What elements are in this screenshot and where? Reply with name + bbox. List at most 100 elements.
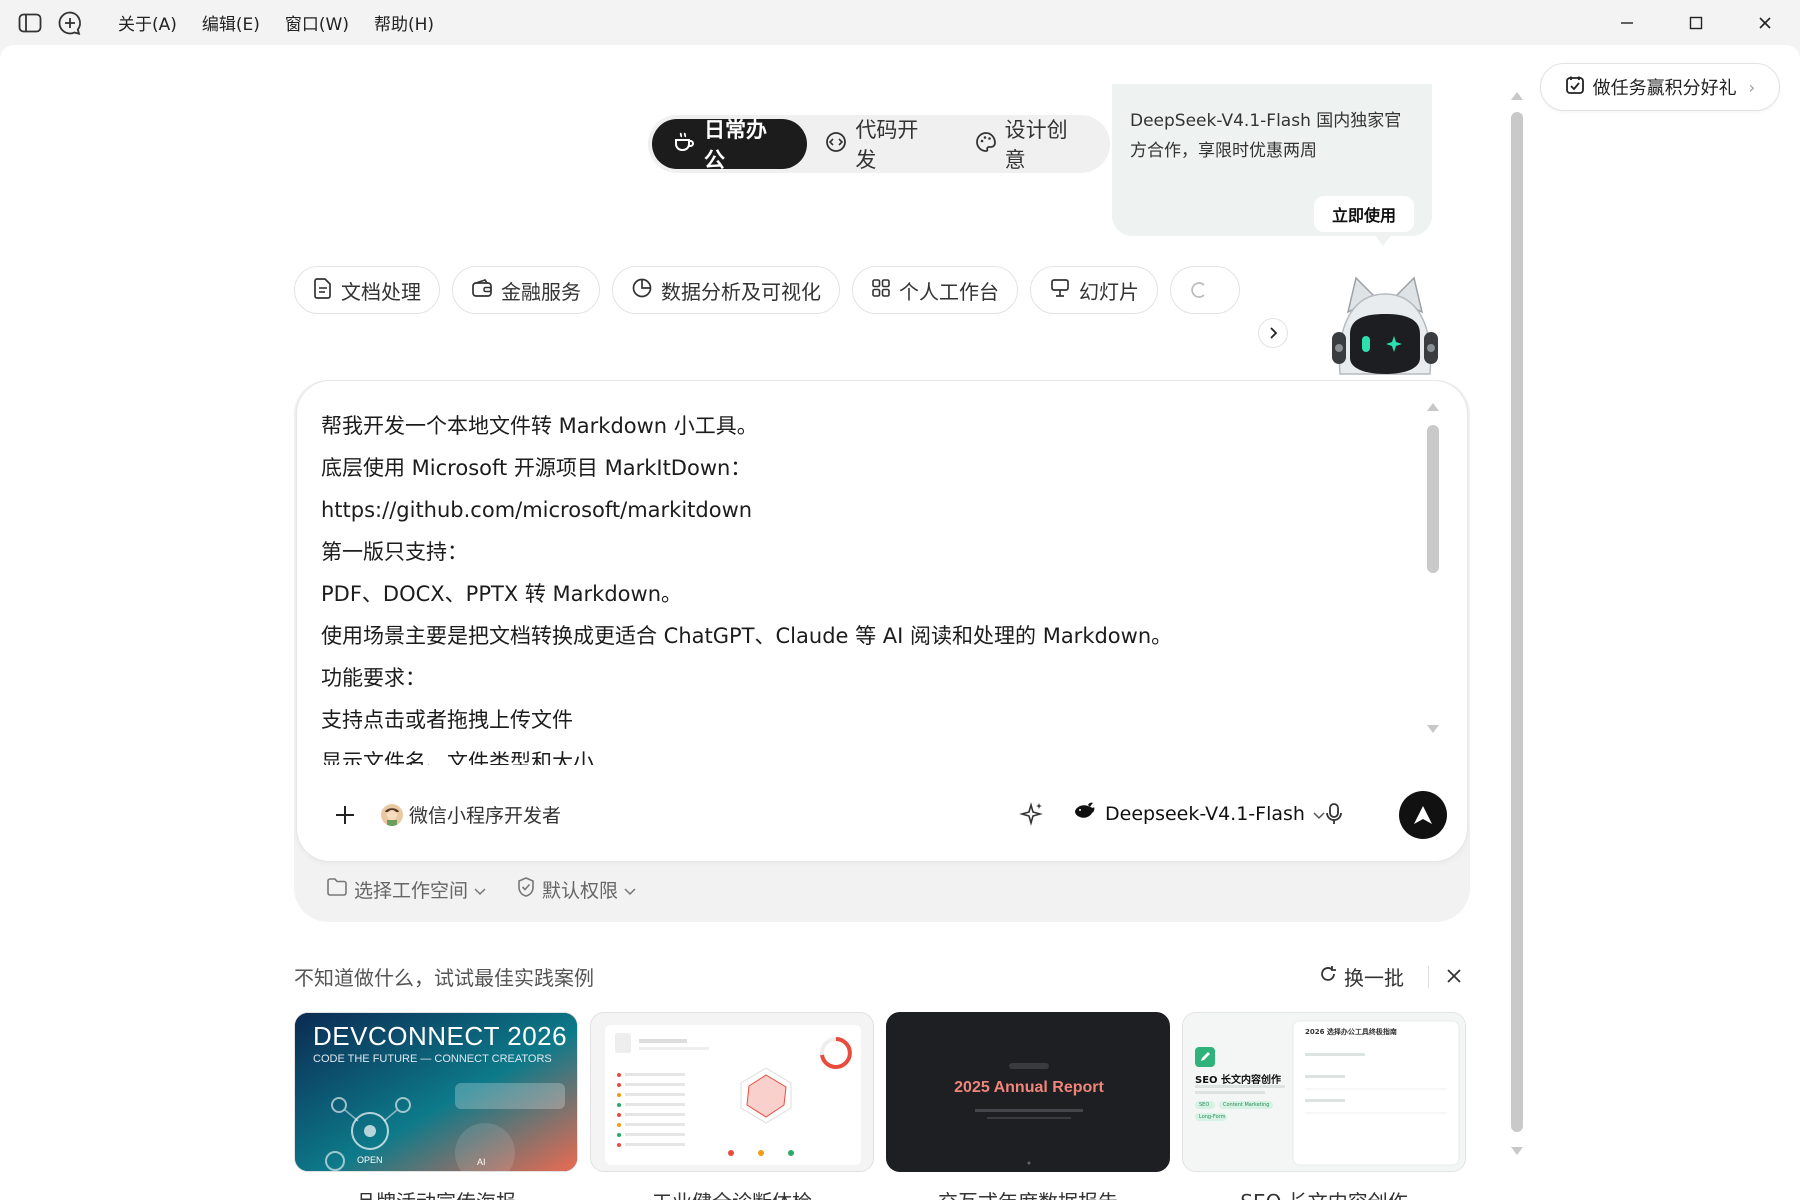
prompt-line: https://github.com/microsoft/markitdown <box>321 498 753 522</box>
scroll-up-arrow-icon[interactable] <box>1511 92 1523 100</box>
seo-headline: SEO 长文内容创作 <box>1195 1075 1282 1086</box>
dashboard-thumbnail-image <box>605 1025 861 1165</box>
tab-code-dev-label: 代码开发 <box>855 118 919 172</box>
new-chat-icon[interactable] <box>56 9 84 37</box>
suggestion-card-poster[interactable]: DEVCONNECT 2026 CODE THE FUTURE — CONNEC… <box>294 1012 578 1172</box>
page-scrollbar-thumb[interactable] <box>1511 112 1523 1132</box>
menu-window[interactable]: 窗口(W) <box>285 10 349 35</box>
scroll-up-arrow-icon[interactable] <box>1427 403 1439 411</box>
avatar <box>381 803 403 826</box>
menu-help[interactable]: 帮助(H) <box>374 10 434 35</box>
chip-document-label: 文档处理 <box>341 279 421 304</box>
chip-document[interactable]: 文档处理 <box>294 266 440 314</box>
permission-selector[interactable]: 默认权限 <box>516 876 636 903</box>
workspace-selector[interactable]: 选择工作空间 <box>326 876 486 903</box>
task-reward-label: 做任务赢积分好礼 <box>1592 78 1737 99</box>
workspace-label: 选择工作空间 <box>354 880 469 902</box>
promo-text: DeepSeek-V4.1-Flash 国内独家官方合作，享限时优惠两周 <box>1130 111 1402 161</box>
chip-data-analysis[interactable]: 数据分析及可视化 <box>612 266 840 314</box>
whale-icon <box>1073 801 1097 826</box>
agent-selector[interactable]: 微信小程序开发者 <box>381 801 561 828</box>
model-selector[interactable]: Deepseek-V4.1-Flash <box>1073 801 1325 826</box>
close-suggestions-icon[interactable] <box>1442 964 1466 988</box>
prompt-line: 支持点击或者拖拽上传文件 <box>321 708 573 732</box>
chips-next-button[interactable] <box>1258 318 1288 348</box>
chip-finance-label: 金融服务 <box>501 279 581 304</box>
card-caption: 工业健全诊断体检 <box>590 1186 874 1200</box>
cup-icon <box>672 130 696 159</box>
chevron-down-icon <box>474 879 486 901</box>
tab-daily-office[interactable]: 日常办公 <box>652 118 808 172</box>
prompt-line: 显示文件名、文件类型和大小 <box>321 750 594 765</box>
poster-subline: CODE THE FUTURE — CONNECT CREATORS <box>313 1053 552 1065</box>
prompt-line: PDF、DOCX、PPTX 转 Markdown。 <box>321 582 682 606</box>
close-window-button[interactable] <box>1730 0 1800 45</box>
menu-about[interactable]: 关于(A) <box>118 10 177 35</box>
mode-switcher: 日常办公 代码开发 设计创意 <box>648 115 1110 173</box>
chip-slides-label: 幻灯片 <box>1079 279 1139 304</box>
folder-icon <box>326 877 348 902</box>
workspace-row: 选择工作空间 默认权限 <box>326 876 636 903</box>
tab-design-label: 设计创意 <box>1004 118 1068 172</box>
wallet-icon <box>471 278 493 303</box>
pie-chart-icon <box>631 277 653 304</box>
chip-finance[interactable]: 金融服务 <box>452 266 600 314</box>
chip-workbench-label: 个人工作台 <box>899 279 999 304</box>
maximize-button[interactable] <box>1661 0 1731 45</box>
promo-bubble: DeepSeek-V4.1-Flash 国内独家官方合作，享限时优惠两周 立即使… <box>1112 84 1432 236</box>
tab-code-dev[interactable]: 代码开发 <box>807 118 956 172</box>
prompt-scrollbar-thumb[interactable] <box>1427 425 1439 573</box>
chevron-down-icon <box>624 879 636 901</box>
prompt-input[interactable]: 帮我开发一个本地文件转 Markdown 小工具。 底层使用 Microsoft… <box>321 405 1401 765</box>
tab-design[interactable]: 设计创意 <box>957 118 1106 172</box>
chip-data-analysis-label: 数据分析及可视化 <box>661 279 821 304</box>
suggestion-cards: DEVCONNECT 2026 CODE THE FUTURE — CONNEC… <box>294 1012 1466 1172</box>
suggestion-card-annual-report[interactable]: 2025 Annual Report <box>886 1012 1170 1172</box>
send-arrow-icon <box>1414 806 1432 824</box>
scroll-down-arrow-icon[interactable] <box>1511 1147 1523 1155</box>
calendar-check-icon <box>1565 75 1585 100</box>
scroll-down-arrow-icon[interactable] <box>1427 725 1439 733</box>
composer-toolbar: 微信小程序开发者 Deepseek-V4.1-Flash <box>317 789 1447 841</box>
document-icon <box>313 277 333 304</box>
use-now-button[interactable]: 立即使用 <box>1313 196 1414 232</box>
add-attachment-button[interactable] <box>327 797 363 833</box>
chip-slides[interactable]: 幻灯片 <box>1030 266 1158 314</box>
microphone-icon[interactable] <box>1321 801 1349 829</box>
tab-daily-office-label: 日常办公 <box>704 118 767 172</box>
seo-tag-longform: Long-Form <box>1199 1114 1226 1120</box>
prompt-line: 第一版只支持： <box>321 540 468 564</box>
agent-name: 微信小程序开发者 <box>409 805 562 827</box>
poster-tag-ai: AI <box>477 1157 486 1167</box>
page-scrollbar[interactable] <box>1508 92 1526 1155</box>
shield-check-icon <box>516 876 536 903</box>
presentation-icon <box>1049 277 1071 304</box>
seo-tag-seo: SEO <box>1199 1102 1210 1108</box>
suggestions-title: 不知道做什么，试试最佳实践案例 <box>294 966 594 990</box>
chip-more-cropped[interactable] <box>1170 266 1240 314</box>
prompt-scrollbar[interactable] <box>1423 403 1443 733</box>
card-caption: 交互式年度数据报告 <box>886 1186 1170 1200</box>
code-icon <box>825 131 847 158</box>
menu-edit[interactable]: 编辑(E) <box>202 10 260 35</box>
task-reward-button[interactable]: 做任务赢积分好礼 › <box>1539 63 1780 111</box>
suggestion-card-seo[interactable]: 2026 选择办公工具终极指南 SEO 长文内容创作 SEO Content M… <box>1182 1012 1466 1172</box>
sidebar-toggle-icon[interactable] <box>16 9 44 37</box>
robot-mascot-image <box>1326 264 1444 382</box>
suggestion-card-diagnosis[interactable] <box>590 1012 874 1172</box>
palette-icon <box>975 131 997 158</box>
sparkle-icon[interactable] <box>1019 801 1047 829</box>
card-caption: 品牌活动宣传海报 <box>294 1186 578 1200</box>
seo-tag-content: Content Marketing <box>1223 1102 1270 1108</box>
refresh-icon <box>1318 964 1338 989</box>
chip-workbench[interactable]: 个人工作台 <box>852 266 1018 314</box>
grid-icon <box>871 278 891 303</box>
prompt-line: 功能要求： <box>321 666 426 690</box>
send-button[interactable] <box>1399 791 1447 839</box>
poster-headline: DEVCONNECT 2026 <box>313 1021 568 1051</box>
refresh-suggestions-button[interactable]: 换一批 <box>1318 962 1404 991</box>
seo-side-title: 2026 选择办公工具终极指南 <box>1305 1028 1397 1036</box>
minimize-button[interactable] <box>1592 0 1662 45</box>
prompt-line: 帮我开发一个本地文件转 Markdown 小工具。 <box>321 414 758 438</box>
chevron-right-icon: › <box>1748 77 1755 97</box>
